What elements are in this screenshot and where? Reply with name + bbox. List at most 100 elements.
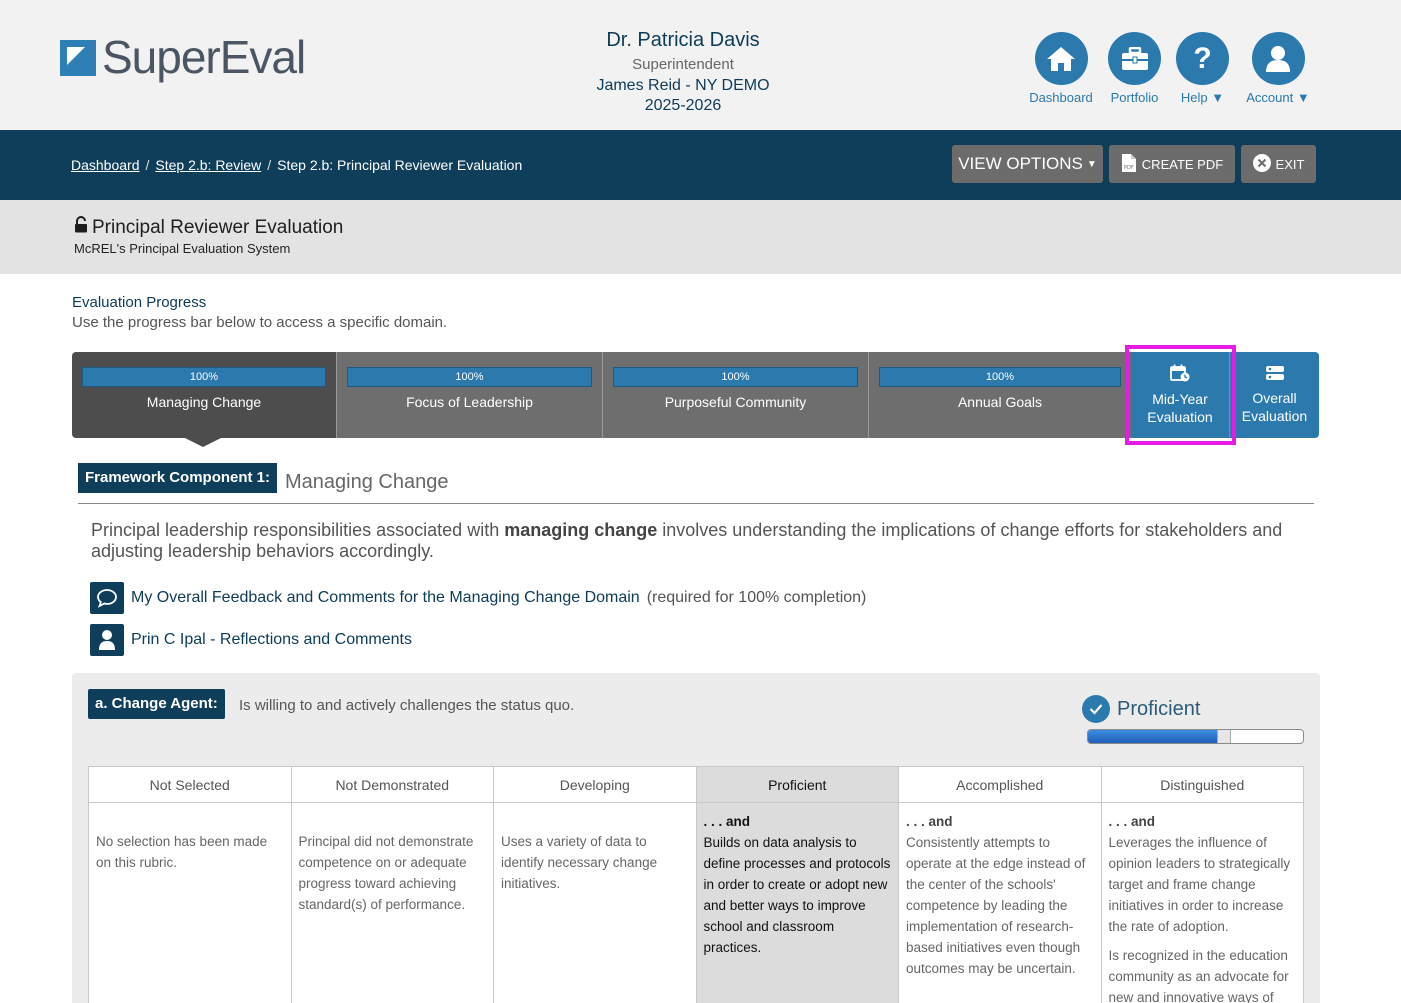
rubric-column-developing[interactable]: Developing [493,766,697,803]
nav-account-label[interactable]: Account ▼ [1246,90,1309,105]
view-options-button[interactable]: VIEW OPTIONS ▼ [952,145,1103,183]
and-label: . . . and [703,814,751,829]
superEval-logo[interactable]: SuperEval [60,30,306,84]
framework-divider [78,503,1314,504]
rubric-cell-proficient[interactable]: . . . and Builds on data analysis to def… [695,802,899,1003]
overall-line2: Evaluation [1241,408,1308,424]
domain-managing-change[interactable]: 100% Managing Change [72,352,337,438]
exit-label: EXIT [1275,156,1305,172]
user-name: Dr. Patricia Davis [606,29,760,51]
breadcrumb-separator: / [145,157,150,173]
nav-account[interactable]: Account ▼ [1243,32,1313,105]
home-icon[interactable] [1034,32,1088,85]
pdf-file-icon: PDF [1121,153,1137,176]
overall-line1: Overall [1252,390,1297,406]
domain-progress-fill: 100% [82,367,326,387]
question-icon[interactable]: ? [1176,32,1229,85]
chevron-down-icon: ▼ [1296,90,1310,105]
rubric-cell-distinguished[interactable]: . . . and Leverages the influence of opi… [1100,802,1304,1003]
framework-component-name: Managing Change [285,471,449,493]
domain-annual-goals[interactable]: 100% Annual Goals [869,352,1131,438]
speech-bubble-icon[interactable] [90,582,124,614]
rubric-column-distinguished[interactable]: Distinguished [1100,766,1304,803]
user-role: Superintendent [632,56,734,73]
domain-progress-fill: 100% [347,367,592,387]
close-circle-icon [1252,153,1271,175]
framework-component-badge: Framework Component 1: [78,463,278,493]
rubric-column-not-demonstrated[interactable]: Not Demonstrated [290,766,494,803]
rating-slider-handle[interactable] [1217,730,1231,743]
breadcrumb-step-review[interactable]: Step 2.b: Review [155,157,261,173]
domain-label: Managing Change [146,394,262,410]
domain-focus-of-leadership[interactable]: 100% Focus of Leadership [337,352,603,438]
app-header: SuperEval Dr. Patricia Davis Superintend… [0,0,1401,130]
and-label: . . . and [1108,814,1156,829]
progress-subtitle: Use the progress bar below to access a s… [72,314,448,331]
rubric-cell-not-selected[interactable]: No selection has been made on this rubri… [88,802,292,1003]
briefcase-icon[interactable] [1108,32,1161,85]
rubric-cell-not-demonstrated[interactable]: Principal did not demonstrate competence… [290,802,494,1003]
breadcrumb-dashboard[interactable]: Dashboard [71,157,140,173]
create-pdf-label: CREATE PDF [1141,156,1224,172]
nav-portfolio[interactable]: Portfolio [1104,32,1165,105]
overall-feedback-link[interactable]: My Overall Feedback and Comments for the… [131,589,640,607]
page-title-text: Principal Reviewer Evaluation [92,216,344,238]
rating-slider-fill [1088,730,1217,743]
nav-portfolio-label[interactable]: Portfolio [1111,90,1159,105]
toolbar: Dashboard / Step 2.b: Review / Step 2.b:… [0,130,1401,200]
domain-purposeful-community[interactable]: 100% Purposeful Community [603,352,869,438]
domain-label: Purposeful Community [664,394,807,410]
reflections-link[interactable]: Prin C Ipal - Reflections and Comments [131,631,412,649]
and-label: . . . and [906,814,953,829]
user-organization: James Reid - NY DEMO [596,77,770,94]
school-year: 2025-2026 [644,97,722,114]
rubric-column-accomplished[interactable]: Accomplished [898,766,1102,803]
check-circle-icon [1082,695,1110,723]
mid-year-highlight-outline [1125,345,1236,445]
nav-help[interactable]: ? Help ▼ [1174,32,1231,105]
view-options-label: VIEW OPTIONS [958,154,1083,173]
framework-description: Principal leadership responsibilities as… [91,520,1283,561]
user-info: Dr. Patricia Davis Superintendent James … [540,28,826,116]
active-domain-pointer [185,438,221,447]
rubric-column-not-selected[interactable]: Not Selected [88,766,292,803]
exit-button[interactable]: EXIT [1241,145,1316,183]
person-icon[interactable] [90,624,124,656]
domain-progress-fill: 100% [613,367,858,387]
logo-mark-icon [60,40,96,76]
page-subtitle: McREL's Principal Evaluation System [74,241,291,256]
create-pdf-button[interactable]: PDF CREATE PDF [1109,145,1235,183]
page-title-band: Principal Reviewer Evaluation McREL's Pr… [0,200,1401,274]
nav-dashboard[interactable]: Dashboard [1028,32,1094,105]
rubric-header-row: Not Selected Not Demonstrated Developing… [88,766,1304,803]
nav-help-label[interactable]: Help ▼ [1181,90,1224,105]
element-badge: a. Change Agent: [88,689,225,719]
overall-evaluation-button[interactable]: Overall Evaluation [1230,352,1319,438]
domain-label: Focus of Leadership [406,394,533,410]
caret-down-icon: ▼ [1086,158,1097,170]
rubric-column-proficient[interactable]: Proficient [695,766,899,803]
server-stack-icon [1265,365,1285,385]
rubric-descriptor-row: No selection has been made on this rubri… [88,802,1304,1003]
rating-indicator: Proficient [1082,695,1200,723]
overall-feedback-row[interactable]: My Overall Feedback and Comments for the… [90,582,866,614]
rubric-cell-accomplished[interactable]: . . . and Consistently attempts to opera… [898,802,1102,1003]
chevron-down-icon: ▼ [1211,90,1225,105]
page-title: Principal Reviewer Evaluation [74,216,343,239]
lock-icon [74,216,88,239]
user-icon[interactable] [1251,32,1305,85]
progress-title: Evaluation Progress [72,294,207,311]
domain-progress-fill: 100% [879,367,1121,387]
rubric-cell-developing[interactable]: Uses a variety of data to identify neces… [493,802,697,1003]
svg-text:PDF: PDF [1124,165,1134,171]
rating-label: Proficient [1117,697,1201,720]
logo-text: SuperEval [102,31,306,83]
breadcrumb: Dashboard / Step 2.b: Review / Step 2.b:… [71,157,522,173]
feedback-required-note: (required for 100% completion) [646,589,867,606]
nav-dashboard-label[interactable]: Dashboard [1029,90,1093,105]
reflections-row[interactable]: Prin C Ipal - Reflections and Comments [90,624,412,656]
element-description: Is willing to and actively challenges th… [239,697,575,714]
rating-slider[interactable] [1087,729,1304,744]
breadcrumb-separator: / [267,157,272,173]
domain-label: Annual Goals [957,394,1043,410]
